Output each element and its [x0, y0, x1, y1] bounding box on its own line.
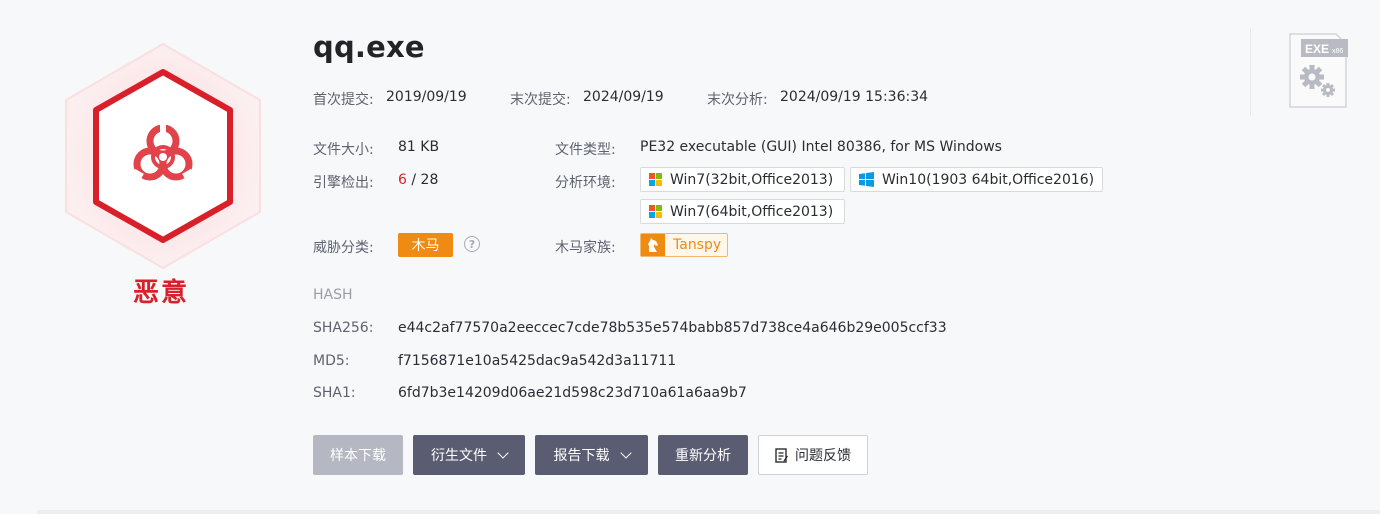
- threat-class-label: 威胁分类:: [313, 240, 374, 256]
- env-chip-win10[interactable]: Win10(1903 64bit,Office2016): [850, 167, 1103, 192]
- last-submission-value: 2024/09/19: [583, 89, 664, 105]
- env-chip-win7-64[interactable]: Win7(64bit,Office2013): [640, 199, 845, 224]
- env-chip-label: Win10(1903 64bit,Office2016): [882, 171, 1095, 188]
- md5-value[interactable]: f7156871e10a5425dac9a542d3a11711: [398, 353, 676, 369]
- engine-separator: /: [406, 172, 421, 188]
- feedback-label: 问题反馈: [795, 448, 851, 464]
- file-type-value: PE32 executable (GUI) Intel 80386, for M…: [640, 139, 1002, 155]
- file-size-label: 文件大小:: [313, 142, 374, 158]
- env-chip-label: Win7(32bit,Office2013): [670, 171, 834, 188]
- file-name-title: qq.exe: [313, 30, 425, 64]
- report-download-label: 报告下载: [553, 448, 610, 464]
- derived-files-label: 衍生文件: [431, 448, 487, 464]
- first-submission-label: 首次提交:: [313, 92, 374, 108]
- md5-label: MD5:: [313, 353, 350, 369]
- sha1-label: SHA1:: [313, 385, 356, 401]
- engine-total-count: 28: [420, 172, 439, 188]
- windows7-icon: [649, 173, 662, 186]
- trojan-family-value: Tanspy: [673, 237, 722, 253]
- windows10-icon: [859, 172, 874, 187]
- reanalyze-label: 重新分析: [675, 448, 731, 464]
- last-submission-label: 末次提交:: [510, 92, 571, 108]
- engine-detected-count: 6: [398, 172, 407, 188]
- exe-arch-text: x86: [1332, 48, 1343, 55]
- windows7-icon: [649, 205, 662, 218]
- feedback-icon: [775, 447, 789, 463]
- file-size-value: 81 KB: [398, 139, 440, 155]
- exe-badge-text: EXE: [1305, 42, 1329, 56]
- sha256-value[interactable]: e44c2af77570a2eeccec7cde78b535e574babb85…: [398, 320, 947, 336]
- hash-heading: HASH: [313, 287, 353, 303]
- last-analysis-label: 末次分析:: [707, 92, 768, 108]
- feedback-button[interactable]: 问题反馈: [758, 435, 868, 475]
- env-chip-label: Win7(64bit,Office2013): [670, 203, 834, 220]
- section-bottom-border: [37, 510, 1380, 514]
- last-analysis-value: 2024/09/19 15:36:34: [780, 89, 929, 105]
- env-chip-win7-32[interactable]: Win7(32bit,Office2013): [640, 167, 845, 192]
- download-sample-button[interactable]: 样本下载: [313, 435, 403, 475]
- trojan-family-tag[interactable]: Tanspy: [640, 233, 728, 257]
- verdict-label: 恶意: [133, 278, 190, 308]
- sha256-label: SHA256:: [313, 320, 374, 336]
- file-type-label: 文件类型:: [555, 142, 616, 158]
- download-sample-label: 样本下载: [330, 448, 386, 464]
- engine-detection-label: 引擎检出:: [313, 175, 374, 191]
- exe-file-icon: EXE x86: [1289, 33, 1348, 108]
- chevron-down-icon: [619, 446, 632, 459]
- reanalyze-button[interactable]: 重新分析: [658, 435, 748, 475]
- chevron-down-icon: [497, 446, 509, 459]
- first-submission-value: 2019/09/19: [386, 89, 467, 105]
- help-icon[interactable]: ?: [464, 236, 480, 252]
- analysis-env-label: 分析环境:: [555, 175, 616, 191]
- threat-class-tag[interactable]: 木马: [398, 233, 453, 257]
- header-divider: [1250, 28, 1251, 116]
- malicious-badge: [65, 43, 261, 269]
- sha1-value[interactable]: 6fd7b3e14209d06ae21d598c23d710a61a6aa9b7: [398, 385, 747, 401]
- trojan-family-label: 木马家族:: [555, 240, 616, 256]
- report-download-button[interactable]: 报告下载: [535, 435, 648, 475]
- derived-files-button[interactable]: 衍生文件: [413, 435, 525, 475]
- trojan-horse-icon: [641, 234, 665, 256]
- engine-detection-value: 6 / 28: [398, 172, 438, 188]
